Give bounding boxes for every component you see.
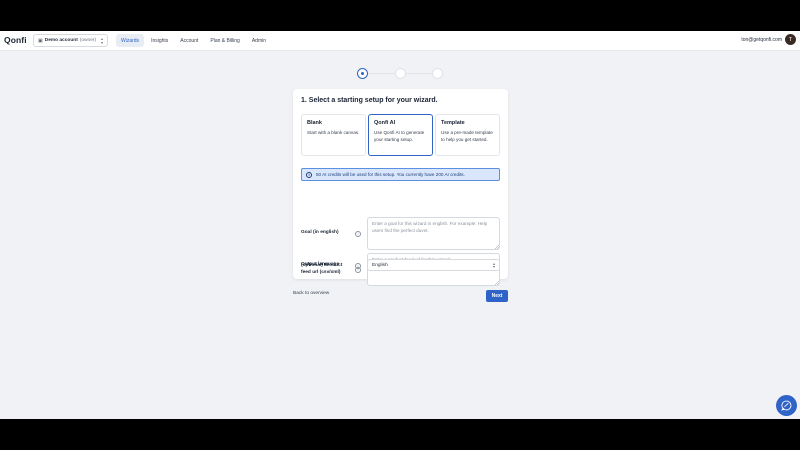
step-2-indicator [395,68,406,79]
goal-label: Goal (in english) [301,230,339,235]
chevron-updown-icon: ▴ ▾ [492,260,495,269]
nav-plan-billing[interactable]: Plan & Billing [205,34,244,47]
option-description: Start with a blank canvas. [307,130,360,135]
card-title: 1. Select a starting setup for your wiza… [301,97,438,104]
chat-bubble-icon [781,400,792,411]
setup-card: 1. Select a starting setup for your wiza… [293,89,508,286]
option-blank[interactable]: Blank Start with a blank canvas. [301,114,366,156]
option-title: Blank [307,120,322,126]
step-3-indicator [432,68,443,79]
credits-info-text: 50 AI credits will be used for this setu… [316,172,465,177]
help-circle-icon[interactable]: i [355,267,361,273]
nav-admin[interactable]: Admin [247,34,271,47]
app-window: Qonfi ▣ Demo account (owner) ▴ ▾ Wizards … [0,31,800,419]
info-icon: i [306,171,312,178]
step-connector [368,73,395,74]
step-1-indicator [357,68,368,79]
nav-wizards[interactable]: Wizards [116,34,145,47]
back-to-overview-link[interactable]: Back to overview [293,291,329,296]
step-connector [406,73,432,74]
logo: Qonfi [4,35,27,45]
nav-account[interactable]: Account [175,34,203,47]
nav-insights[interactable]: Insights [146,34,173,47]
goal-input[interactable] [367,217,500,250]
user-email[interactable]: ton@getqonfi.com [741,37,782,43]
next-button[interactable]: Next [486,290,508,302]
chevron-updown-icon: ▴ ▾ [100,36,103,45]
option-title: Template [441,120,465,126]
wizard-stepper [357,68,443,79]
help-circle-icon[interactable]: i [355,231,361,237]
option-description: Use a pre-made template to help you get … [441,130,493,142]
option-description: Use Qonfi AI to generate your starting s… [374,130,425,142]
option-qonfi-ai[interactable]: Qonfi AI Use Qonfi AI to generate your s… [368,114,433,156]
account-role: (owner) [79,38,97,43]
building-icon: ▣ [38,37,43,44]
credits-info-banner: i 50 AI credits will be used for this se… [301,168,500,181]
account-selector[interactable]: ▣ Demo account (owner) ▴ ▾ [33,34,108,47]
account-name: Demo account [44,38,78,43]
chat-button[interactable] [776,395,797,416]
option-title: Qonfi AI [374,120,396,126]
option-template[interactable]: Template Use a pre-made template to help… [435,114,500,156]
main-nav: Wizards Insights Account Plan & Billing … [116,34,271,47]
avatar[interactable]: T [785,34,796,45]
output-language-value: English [372,262,388,268]
output-language-select[interactable]: English ▴ ▾ [367,259,500,271]
output-language-label: Output language [301,262,340,267]
top-navigation: Qonfi ▣ Demo account (owner) ▴ ▾ Wizards … [0,31,800,51]
